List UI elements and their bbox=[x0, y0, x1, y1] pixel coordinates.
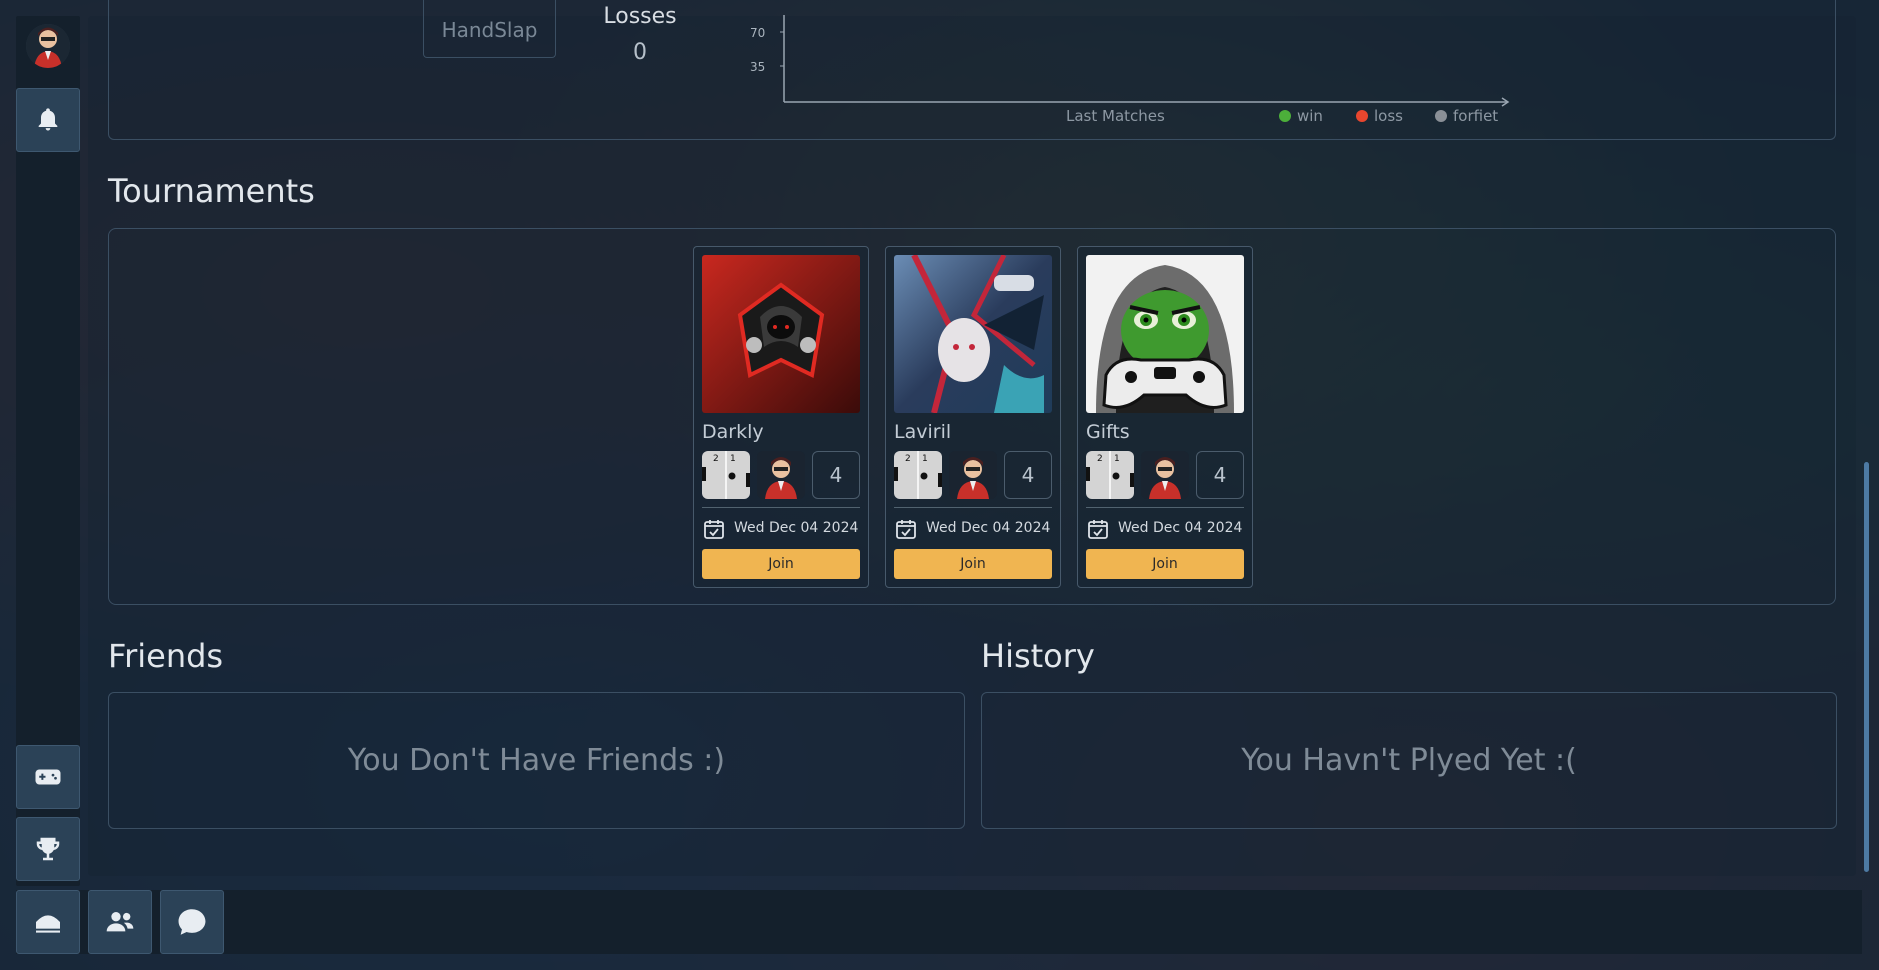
svg-text:2: 2 bbox=[905, 454, 911, 464]
home-button[interactable] bbox=[16, 890, 80, 954]
friends-title: Friends bbox=[108, 637, 224, 675]
notifications-button[interactable] bbox=[16, 88, 80, 152]
tournament-image bbox=[1086, 255, 1244, 413]
chat-button[interactable] bbox=[160, 890, 224, 954]
friends-button[interactable] bbox=[88, 890, 152, 954]
tournament-image bbox=[702, 255, 860, 413]
bottom-bar bbox=[16, 890, 1862, 954]
tournament-card[interactable]: Gifts 2 1 4 Wed Dec 04 2024 Join bbox=[1077, 246, 1253, 588]
trophy-icon bbox=[36, 837, 60, 861]
friends-empty-message: You Don't Have Friends :) bbox=[347, 743, 726, 778]
tournament-date: Wed Dec 04 2024 bbox=[1118, 520, 1243, 536]
svg-text:1: 1 bbox=[922, 454, 928, 464]
tournaments-button[interactable] bbox=[16, 817, 80, 881]
tournament-name: Gifts bbox=[1086, 421, 1130, 443]
players-count: 4 bbox=[1004, 451, 1052, 499]
card-divider bbox=[1086, 507, 1244, 508]
home-icon bbox=[36, 915, 60, 933]
creator-avatar bbox=[1141, 451, 1189, 499]
card-divider bbox=[702, 507, 860, 508]
game-mode-badge[interactable]: HandSlap bbox=[423, 0, 556, 58]
svg-text:2: 2 bbox=[1097, 454, 1103, 464]
gamepad-icon bbox=[35, 769, 61, 785]
players-count: 4 bbox=[1196, 451, 1244, 499]
calendar-icon bbox=[896, 520, 916, 539]
card-divider bbox=[894, 507, 1052, 508]
x-axis-label: Last Matches bbox=[1066, 107, 1165, 125]
tournament-card[interactable]: Laviril 2 1 4 Wed Dec 04 2024 Join bbox=[885, 246, 1061, 588]
user-avatar[interactable] bbox=[26, 24, 70, 68]
tournament-name: Darkly bbox=[702, 421, 764, 443]
tournament-image bbox=[894, 255, 1052, 413]
tournament-name: Laviril bbox=[894, 421, 952, 443]
games-button[interactable] bbox=[16, 745, 80, 809]
bell-icon bbox=[38, 108, 58, 131]
y-tick-70: 70 bbox=[750, 26, 765, 40]
svg-text:1: 1 bbox=[1114, 454, 1120, 464]
tournaments-title: Tournaments bbox=[108, 172, 315, 210]
tournament-date: Wed Dec 04 2024 bbox=[734, 520, 859, 536]
calendar-icon bbox=[704, 520, 724, 539]
game-icon: 2 1 bbox=[702, 451, 750, 499]
svg-text:1: 1 bbox=[730, 454, 736, 464]
game-icon: 2 1 bbox=[894, 451, 942, 499]
legend-forfiet-marker bbox=[1435, 110, 1447, 122]
sidebar bbox=[16, 16, 80, 886]
legend-loss-marker bbox=[1356, 110, 1368, 122]
y-tick-35: 35 bbox=[750, 60, 765, 74]
users-icon bbox=[106, 912, 134, 932]
chat-icon bbox=[178, 909, 206, 935]
history-panel: You Havn't Plyed Yet :( bbox=[981, 692, 1837, 829]
losses-label: Losses bbox=[603, 4, 677, 29]
history-title: History bbox=[981, 637, 1095, 675]
tournament-card[interactable]: Darkly 2 1 4 Wed Dec 04 2024 Join bbox=[693, 246, 869, 588]
join-button[interactable]: Join bbox=[1086, 549, 1244, 579]
scrollbar-thumb[interactable] bbox=[1864, 462, 1869, 872]
svg-text:2: 2 bbox=[713, 454, 719, 464]
friends-panel: You Don't Have Friends :) bbox=[108, 692, 965, 829]
legend-win: win bbox=[1297, 107, 1323, 125]
history-empty-message: You Havn't Plyed Yet :( bbox=[1241, 743, 1577, 778]
creator-avatar bbox=[757, 451, 805, 499]
join-button[interactable]: Join bbox=[894, 549, 1052, 579]
creator-avatar bbox=[949, 451, 997, 499]
legend-forfiet: forfiet bbox=[1453, 107, 1498, 125]
tournament-date: Wed Dec 04 2024 bbox=[926, 520, 1051, 536]
calendar-icon bbox=[1088, 520, 1108, 539]
game-icon: 2 1 bbox=[1086, 451, 1134, 499]
legend-win-marker bbox=[1279, 110, 1291, 122]
players-count: 4 bbox=[812, 451, 860, 499]
matches-chart: 70 35 Last Matches win loss forfiet bbox=[750, 15, 1510, 125]
legend-loss: loss bbox=[1374, 107, 1403, 125]
losses-value: 0 bbox=[633, 40, 647, 65]
join-button[interactable]: Join bbox=[702, 549, 860, 579]
